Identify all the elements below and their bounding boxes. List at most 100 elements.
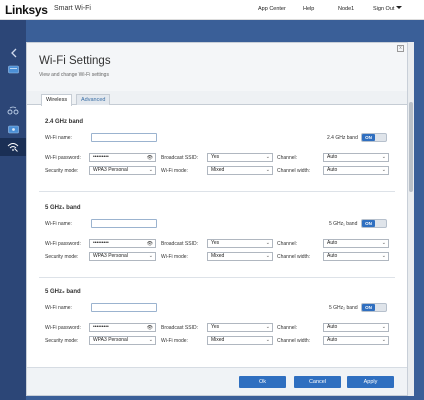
ok-button[interactable]: Ok	[239, 376, 286, 388]
chevron-down-icon: ⌄	[148, 167, 153, 173]
channel-width-label: Channel width:	[277, 254, 311, 260]
page-title: Wi-Fi Settings	[39, 55, 111, 67]
wifi-settings-icon[interactable]	[0, 138, 26, 156]
security-mode-value: WPA3 Personal	[93, 253, 128, 259]
wifi-mode-select[interactable]: Mixed ⌄	[207, 166, 273, 175]
band-toggle-label: 5 GHz₂ band	[329, 305, 358, 311]
top-bar: Linksys Smart Wi-Fi App Center Help Node…	[0, 0, 424, 20]
wifi-name-input[interactable]	[91, 303, 157, 312]
chevron-down-icon: ⌄	[265, 324, 270, 330]
chevron-down-icon: ⌄	[265, 240, 270, 246]
scrollbar[interactable]	[408, 42, 414, 396]
channel-select[interactable]: Auto ⌄	[323, 239, 389, 248]
section-divider	[39, 191, 395, 192]
toggle-on-label: ON	[362, 304, 375, 311]
chevron-down-icon: ⌄	[381, 337, 386, 343]
wifi-password-label: Wi-Fi password:	[45, 241, 81, 247]
chevron-down-icon: ⌄	[381, 240, 386, 246]
broadcast-ssid-label: Broadcast SSID:	[161, 155, 198, 161]
channel-width-select[interactable]: Auto ⌄	[323, 252, 389, 261]
tab-advanced[interactable]: Advanced	[76, 94, 111, 105]
linksys-logo[interactable]: Linksys	[5, 3, 48, 17]
security-mode-label: Security mode:	[45, 254, 79, 260]
scrollbar-thumb[interactable]	[409, 102, 413, 192]
password-value: •••••••••	[93, 154, 109, 160]
band-toggle-label: 5 GHz₁ band	[329, 221, 358, 227]
channel-width-select[interactable]: Auto ⌄	[323, 336, 389, 345]
wifi-name-input[interactable]	[91, 219, 157, 228]
channel-select[interactable]: Auto ⌄	[323, 153, 389, 162]
wifi-password-field[interactable]: ••••••••• 👁	[89, 239, 156, 248]
chevron-down-icon: ⌄	[381, 324, 386, 330]
password-value: •••••••••	[93, 240, 109, 246]
eye-icon[interactable]: 👁	[147, 155, 153, 162]
wifi-name-input[interactable]	[91, 133, 157, 142]
channel-width-select[interactable]: Auto ⌄	[323, 166, 389, 175]
band-section-2-4ghz: 2.4 GHz band Wi-Fi name: 2.4 GHz band ON…	[27, 119, 407, 195]
chevron-down-icon: ⌄	[381, 167, 386, 173]
channel-value: Auto	[327, 240, 338, 246]
product-name: Smart Wi-Fi	[54, 5, 91, 12]
wifi-password-field[interactable]: ••••••••• 👁	[89, 323, 156, 332]
wifi-mode-select[interactable]: Mixed ⌄	[207, 252, 273, 261]
band-toggle-label: 2.4 GHz band	[327, 135, 358, 141]
broadcast-ssid-select[interactable]: Yes ⌄	[207, 239, 273, 248]
broadcast-ssid-select[interactable]: Yes ⌄	[207, 323, 273, 332]
device-list-icon[interactable]	[0, 60, 26, 78]
band-title: 5 GHz₂ band	[45, 289, 81, 295]
chevron-left-icon[interactable]	[0, 44, 26, 61]
wifi-mode-label: Wi-Fi mode:	[161, 168, 188, 174]
chevron-down-icon: ⌄	[265, 253, 270, 259]
chevron-down-icon: ⌄	[265, 154, 270, 160]
wifi-settings-modal: x Wi-Fi Settings View and change Wi-Fi s…	[26, 42, 408, 396]
channel-width-label: Channel width:	[277, 168, 311, 174]
settings-content: 2.4 GHz band Wi-Fi name: 2.4 GHz band ON…	[27, 105, 407, 367]
channel-label: Channel:	[277, 325, 298, 331]
eye-icon[interactable]: 👁	[147, 325, 153, 332]
band-section-5ghz-2: 5 GHz₂ band Wi-Fi name: 5 GHz₂ band ON W…	[27, 289, 407, 365]
security-mode-select[interactable]: WPA3 Personal ⌄	[89, 252, 156, 261]
broadcast-ssid-value: Yes	[211, 240, 220, 246]
broadcast-ssid-label: Broadcast SSID:	[161, 325, 198, 331]
network-map-icon[interactable]	[0, 120, 26, 138]
channel-label: Channel:	[277, 155, 298, 161]
band-toggle[interactable]: ON	[361, 219, 387, 228]
band-toggle[interactable]: ON	[361, 133, 387, 142]
channel-value: Auto	[327, 154, 338, 160]
wifi-password-field[interactable]: ••••••••• 👁	[89, 153, 156, 162]
wifi-mode-label: Wi-Fi mode:	[161, 338, 188, 344]
wifi-mode-label: Wi-Fi mode:	[161, 254, 188, 260]
apply-button[interactable]: Apply	[347, 376, 394, 388]
cancel-button[interactable]: Cancel	[294, 376, 341, 388]
toggle-on-label: ON	[362, 220, 375, 227]
security-mode-value: WPA3 Personal	[93, 167, 128, 173]
wifi-name-label: Wi-Fi name:	[45, 221, 72, 227]
close-icon[interactable]: x	[397, 45, 404, 52]
chevron-down-icon: ⌄	[265, 167, 270, 173]
band-toggle[interactable]: ON	[361, 303, 387, 312]
caret-down-icon	[396, 6, 403, 9]
wifi-mode-select[interactable]: Mixed ⌄	[207, 336, 273, 345]
sign-out-label: Sign Out	[373, 6, 395, 12]
security-mode-value: WPA3 Personal	[93, 337, 128, 343]
connectivity-icon[interactable]	[0, 102, 26, 120]
channel-select[interactable]: Auto ⌄	[323, 323, 389, 332]
broadcast-ssid-select[interactable]: Yes ⌄	[207, 153, 273, 162]
sidebar	[0, 20, 26, 400]
modal-footer: Ok Cancel Apply	[27, 367, 407, 395]
channel-value: Auto	[327, 324, 338, 330]
wifi-password-label: Wi-Fi password:	[45, 155, 81, 161]
security-mode-label: Security mode:	[45, 168, 79, 174]
wifi-mode-value: Mixed	[211, 337, 225, 343]
nav-app-center[interactable]: App Center	[258, 6, 286, 12]
chevron-down-icon: ⌄	[381, 154, 386, 160]
nav-sign-out[interactable]: Sign Out	[373, 6, 403, 12]
band-title: 2.4 GHz band	[45, 119, 84, 125]
security-mode-select[interactable]: WPA3 Personal ⌄	[89, 336, 156, 345]
section-divider	[39, 277, 395, 278]
eye-icon[interactable]: 👁	[147, 241, 153, 248]
nav-node1[interactable]: Node1	[338, 6, 354, 12]
chevron-down-icon: ⌄	[148, 337, 153, 343]
security-mode-select[interactable]: WPA3 Personal ⌄	[89, 166, 156, 175]
nav-help[interactable]: Help	[303, 6, 314, 12]
